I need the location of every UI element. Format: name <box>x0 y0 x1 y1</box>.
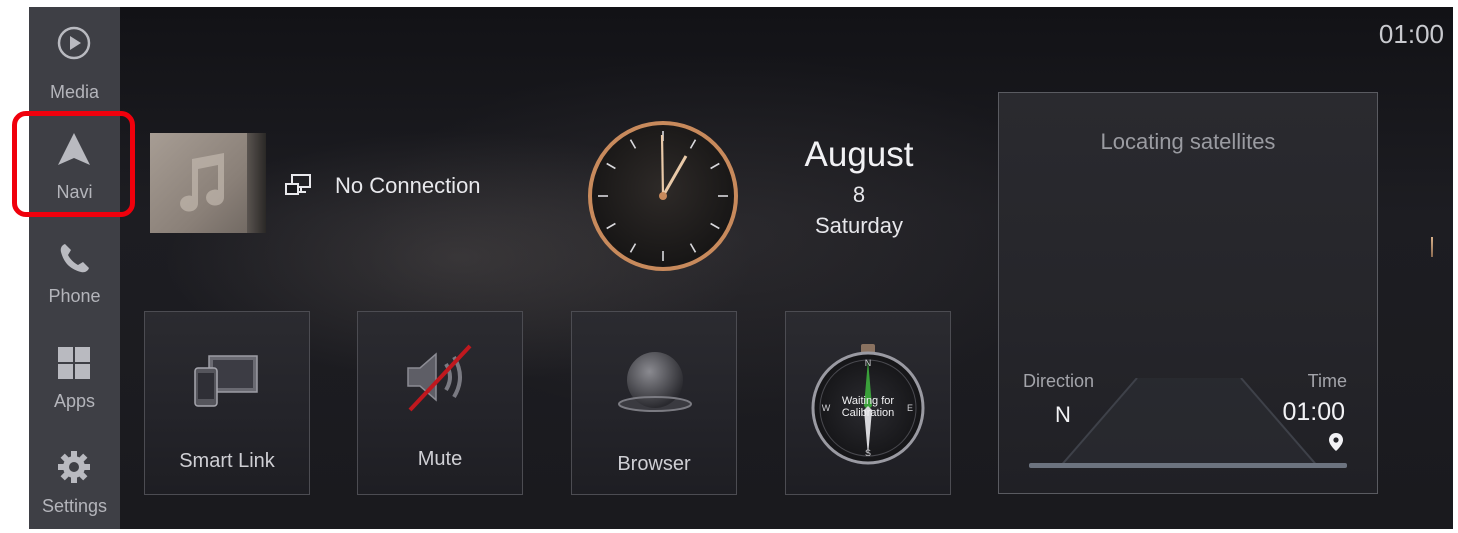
date-month: August <box>804 135 914 174</box>
location-pin-icon <box>1329 433 1343 451</box>
phone-icon <box>60 244 89 273</box>
compass-status-line2: Calibration <box>842 407 895 419</box>
sidebar-item-apps[interactable]: Apps <box>29 333 120 433</box>
road-graphic <box>1059 378 1319 468</box>
globe-icon <box>618 352 692 412</box>
speaker-muted-icon <box>407 344 472 412</box>
smart-link-icon <box>194 355 258 407</box>
compass-east-letter: E <box>907 403 913 413</box>
page-indicator <box>1431 237 1433 257</box>
tile-label: Browser <box>617 453 691 475</box>
browser-tile[interactable]: Browser <box>571 311 737 495</box>
compass-north-letter: N <box>865 358 872 368</box>
compass-south-letter: S <box>865 448 871 458</box>
music-note-icon <box>180 153 225 212</box>
sidebar-item-label: Settings <box>41 496 108 516</box>
sidebar-item-media[interactable]: Media <box>29 13 120 113</box>
sidebar: Media Navi Phone Apps Settings <box>29 7 120 529</box>
connection-status: No Connection <box>335 173 481 198</box>
date-day: 8 <box>852 182 866 207</box>
navi-highlight-box <box>12 111 135 217</box>
direction-value: N <box>1055 402 1071 427</box>
nav-progress-bar <box>1029 463 1347 468</box>
status-time: 01:00 <box>1378 19 1444 49</box>
compass-icon: N S W E Waiting for Calibration <box>811 344 925 465</box>
sidebar-item-label: Apps <box>53 391 96 411</box>
infotainment-home-screen: Media Navi Phone Apps Settings 01:00 No … <box>29 7 1453 529</box>
sidebar-item-label: Phone <box>48 286 101 306</box>
tile-label: Smart Link <box>179 450 275 472</box>
screen-link-icon <box>285 174 311 195</box>
date-weekday: Saturday <box>814 213 904 238</box>
sidebar-item-phone[interactable]: Phone <box>29 227 120 327</box>
compass-status-line1: Waiting for <box>842 395 895 407</box>
analog-clock[interactable] <box>586 119 740 273</box>
time-value: 01:00 <box>1282 398 1345 426</box>
compass-tile[interactable]: N S W E Waiting for Calibration <box>785 311 951 495</box>
play-circle-icon <box>57 26 91 60</box>
sidebar-item-settings[interactable]: Settings <box>29 437 120 529</box>
compass-west-letter: W <box>822 403 831 413</box>
mute-tile[interactable]: Mute <box>357 311 523 495</box>
album-art-edge <box>247 133 266 233</box>
apps-grid-icon <box>58 347 90 379</box>
gear-icon <box>58 451 90 483</box>
smart-link-tile[interactable]: Smart Link <box>144 311 310 495</box>
navigation-widget[interactable]: Locating satellites Direction N Time 01:… <box>998 92 1378 494</box>
tile-label: Mute <box>417 448 463 470</box>
time-label: Time <box>1307 371 1347 391</box>
direction-label: Direction <box>1023 371 1095 391</box>
gps-status: Locating satellites <box>1100 129 1276 154</box>
sidebar-item-label: Media <box>49 82 100 102</box>
